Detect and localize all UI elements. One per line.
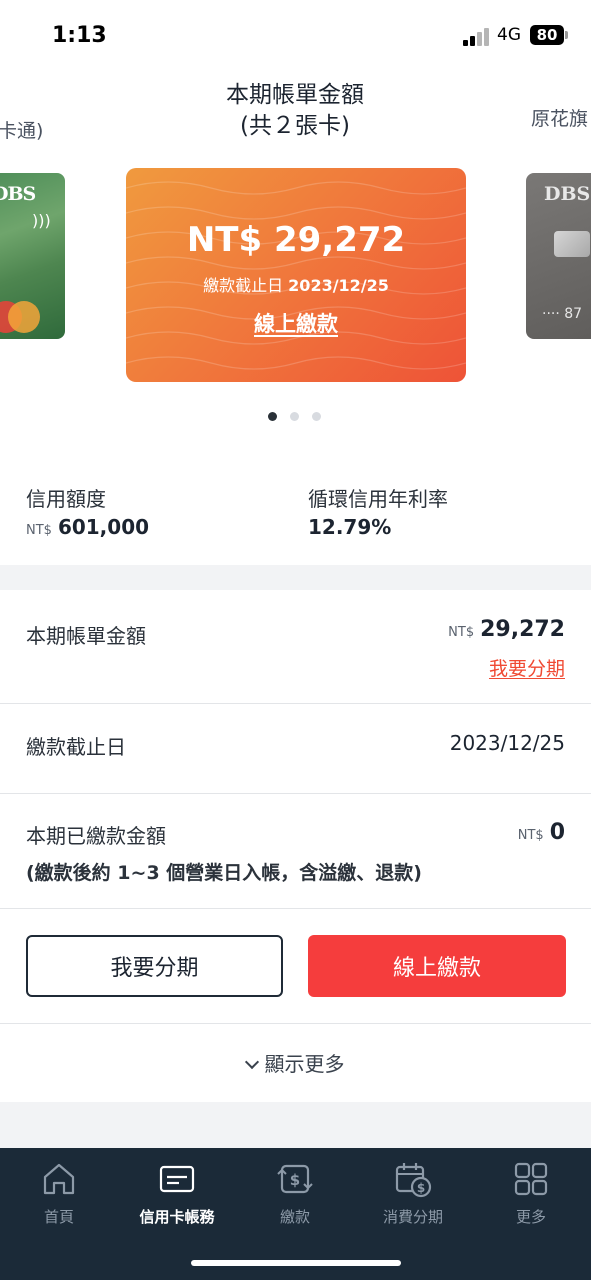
card-chip-icon xyxy=(554,231,590,257)
contactless-icon: ))) xyxy=(32,211,51,230)
chevron-down-icon xyxy=(244,1054,259,1070)
bill-amount: NT$ 29,272 xyxy=(186,220,406,260)
nav-item-credit-card[interactable]: 信用卡帳務 xyxy=(118,1160,236,1240)
prev-card-label[interactable]: 卡通) xyxy=(0,116,43,143)
credit-card-icon xyxy=(159,1165,195,1193)
dbs-logo-right: DBS xyxy=(544,183,591,205)
calendar-dollar-icon: $ xyxy=(395,1163,432,1198)
bill-due-label: 繳款截止日 xyxy=(203,276,284,295)
statement-currency: NT$ xyxy=(448,625,475,640)
nav-label-home: 首頁 xyxy=(43,1208,74,1226)
bill-due-date: 2023/12/25 xyxy=(288,276,389,295)
show-more-toggle[interactable]: 顯示更多 xyxy=(0,1048,591,1077)
signal-icon xyxy=(463,28,491,46)
nav-item-payment[interactable]: $ 繳款 xyxy=(236,1160,354,1240)
page-dot-2[interactable] xyxy=(290,412,299,421)
nav-item-more[interactable]: 更多 xyxy=(472,1160,590,1240)
grid-icon xyxy=(514,1162,548,1196)
credit-limit-amount: 601,000 xyxy=(57,515,150,539)
paid-amount-value: NT$ 0 xyxy=(518,820,565,845)
row-divider xyxy=(0,908,591,909)
row-divider xyxy=(0,793,591,794)
paid-amount-label: 本期已繳款金額 xyxy=(26,824,166,848)
credit-limit-value: NT$ 601,000 xyxy=(26,515,149,539)
status-time: 1:13 xyxy=(52,23,107,48)
dbs-logo: DBS xyxy=(0,183,36,205)
mastercard-logo-yellow xyxy=(8,301,40,333)
nav-label-payment: 繳款 xyxy=(279,1208,310,1226)
page-dot-1[interactable] xyxy=(268,412,277,421)
bottom-spacer xyxy=(0,1102,591,1148)
battery-tip xyxy=(565,31,568,39)
nav-item-home[interactable]: 首頁 xyxy=(0,1160,118,1240)
show-more-label: 顯示更多 xyxy=(264,1052,345,1076)
due-date-label: 繳款截止日 xyxy=(26,735,126,759)
installment-link[interactable]: 我要分期 xyxy=(489,654,565,681)
due-date-value: 2023/12/25 xyxy=(449,731,565,755)
row-divider xyxy=(0,1023,591,1024)
network-type: 4G xyxy=(497,25,521,45)
nav-label-more: 更多 xyxy=(515,1208,546,1226)
interest-rate-value: 12.79% xyxy=(308,515,392,539)
prev-card-image[interactable]: DBS ))) xyxy=(0,173,65,339)
paid-currency: NT$ xyxy=(517,828,544,843)
carousel-pagination xyxy=(268,412,328,422)
nav-label-credit-card: 信用卡帳務 xyxy=(139,1208,215,1226)
payment-exchange-icon: $ xyxy=(277,1164,313,1194)
section-separator xyxy=(0,565,591,590)
interest-rate-label: 循環信用年利率 xyxy=(308,487,448,511)
next-card-label[interactable]: 原花旗 xyxy=(531,104,588,131)
statement-amount-label: 本期帳單金額 xyxy=(26,624,146,648)
carousel-title-count: (共２張卡) xyxy=(240,113,350,139)
battery-icon: 80 xyxy=(530,25,564,45)
card-number-masked: ···· 87 xyxy=(542,306,583,322)
nav-item-installment[interactable]: $ 消費分期 xyxy=(354,1160,472,1240)
pay-online-link[interactable]: 線上繳款 xyxy=(126,308,466,338)
paid-amount: 0 xyxy=(549,820,565,845)
credit-limit-label: 信用額度 xyxy=(26,487,106,511)
status-bar: 1:13 4G 80 xyxy=(0,0,591,72)
statement-amount: 29,272 xyxy=(480,617,565,642)
next-card-image[interactable]: DBS ···· 87 xyxy=(526,173,591,339)
bill-summary-card[interactable]: NT$ 29,272 繳款截止日 2023/12/25 線上繳款 xyxy=(126,168,466,382)
home-icon xyxy=(43,1163,75,1195)
credit-limit-currency: NT$ xyxy=(26,523,52,538)
svg-text:$: $ xyxy=(417,1181,425,1195)
bill-due-line: 繳款截止日 2023/12/25 xyxy=(126,272,466,296)
carousel-title: 本期帳單金額 (共２張卡) xyxy=(145,80,445,142)
paid-amount-note: (繳款後約 1~3 個營業日入帳，含溢繳、退款) xyxy=(26,862,422,884)
svg-text:$: $ xyxy=(290,1171,300,1189)
home-indicator[interactable] xyxy=(191,1260,401,1266)
page-dot-3[interactable] xyxy=(312,412,321,421)
statement-amount-value: NT$ 29,272 xyxy=(448,617,565,642)
pay-online-button[interactable]: 線上繳款 xyxy=(308,935,566,997)
row-divider xyxy=(0,703,591,704)
nav-label-installment: 消費分期 xyxy=(382,1208,443,1226)
installment-button[interactable]: 我要分期 xyxy=(26,935,283,997)
carousel-title-main: 本期帳單金額 xyxy=(226,82,364,108)
